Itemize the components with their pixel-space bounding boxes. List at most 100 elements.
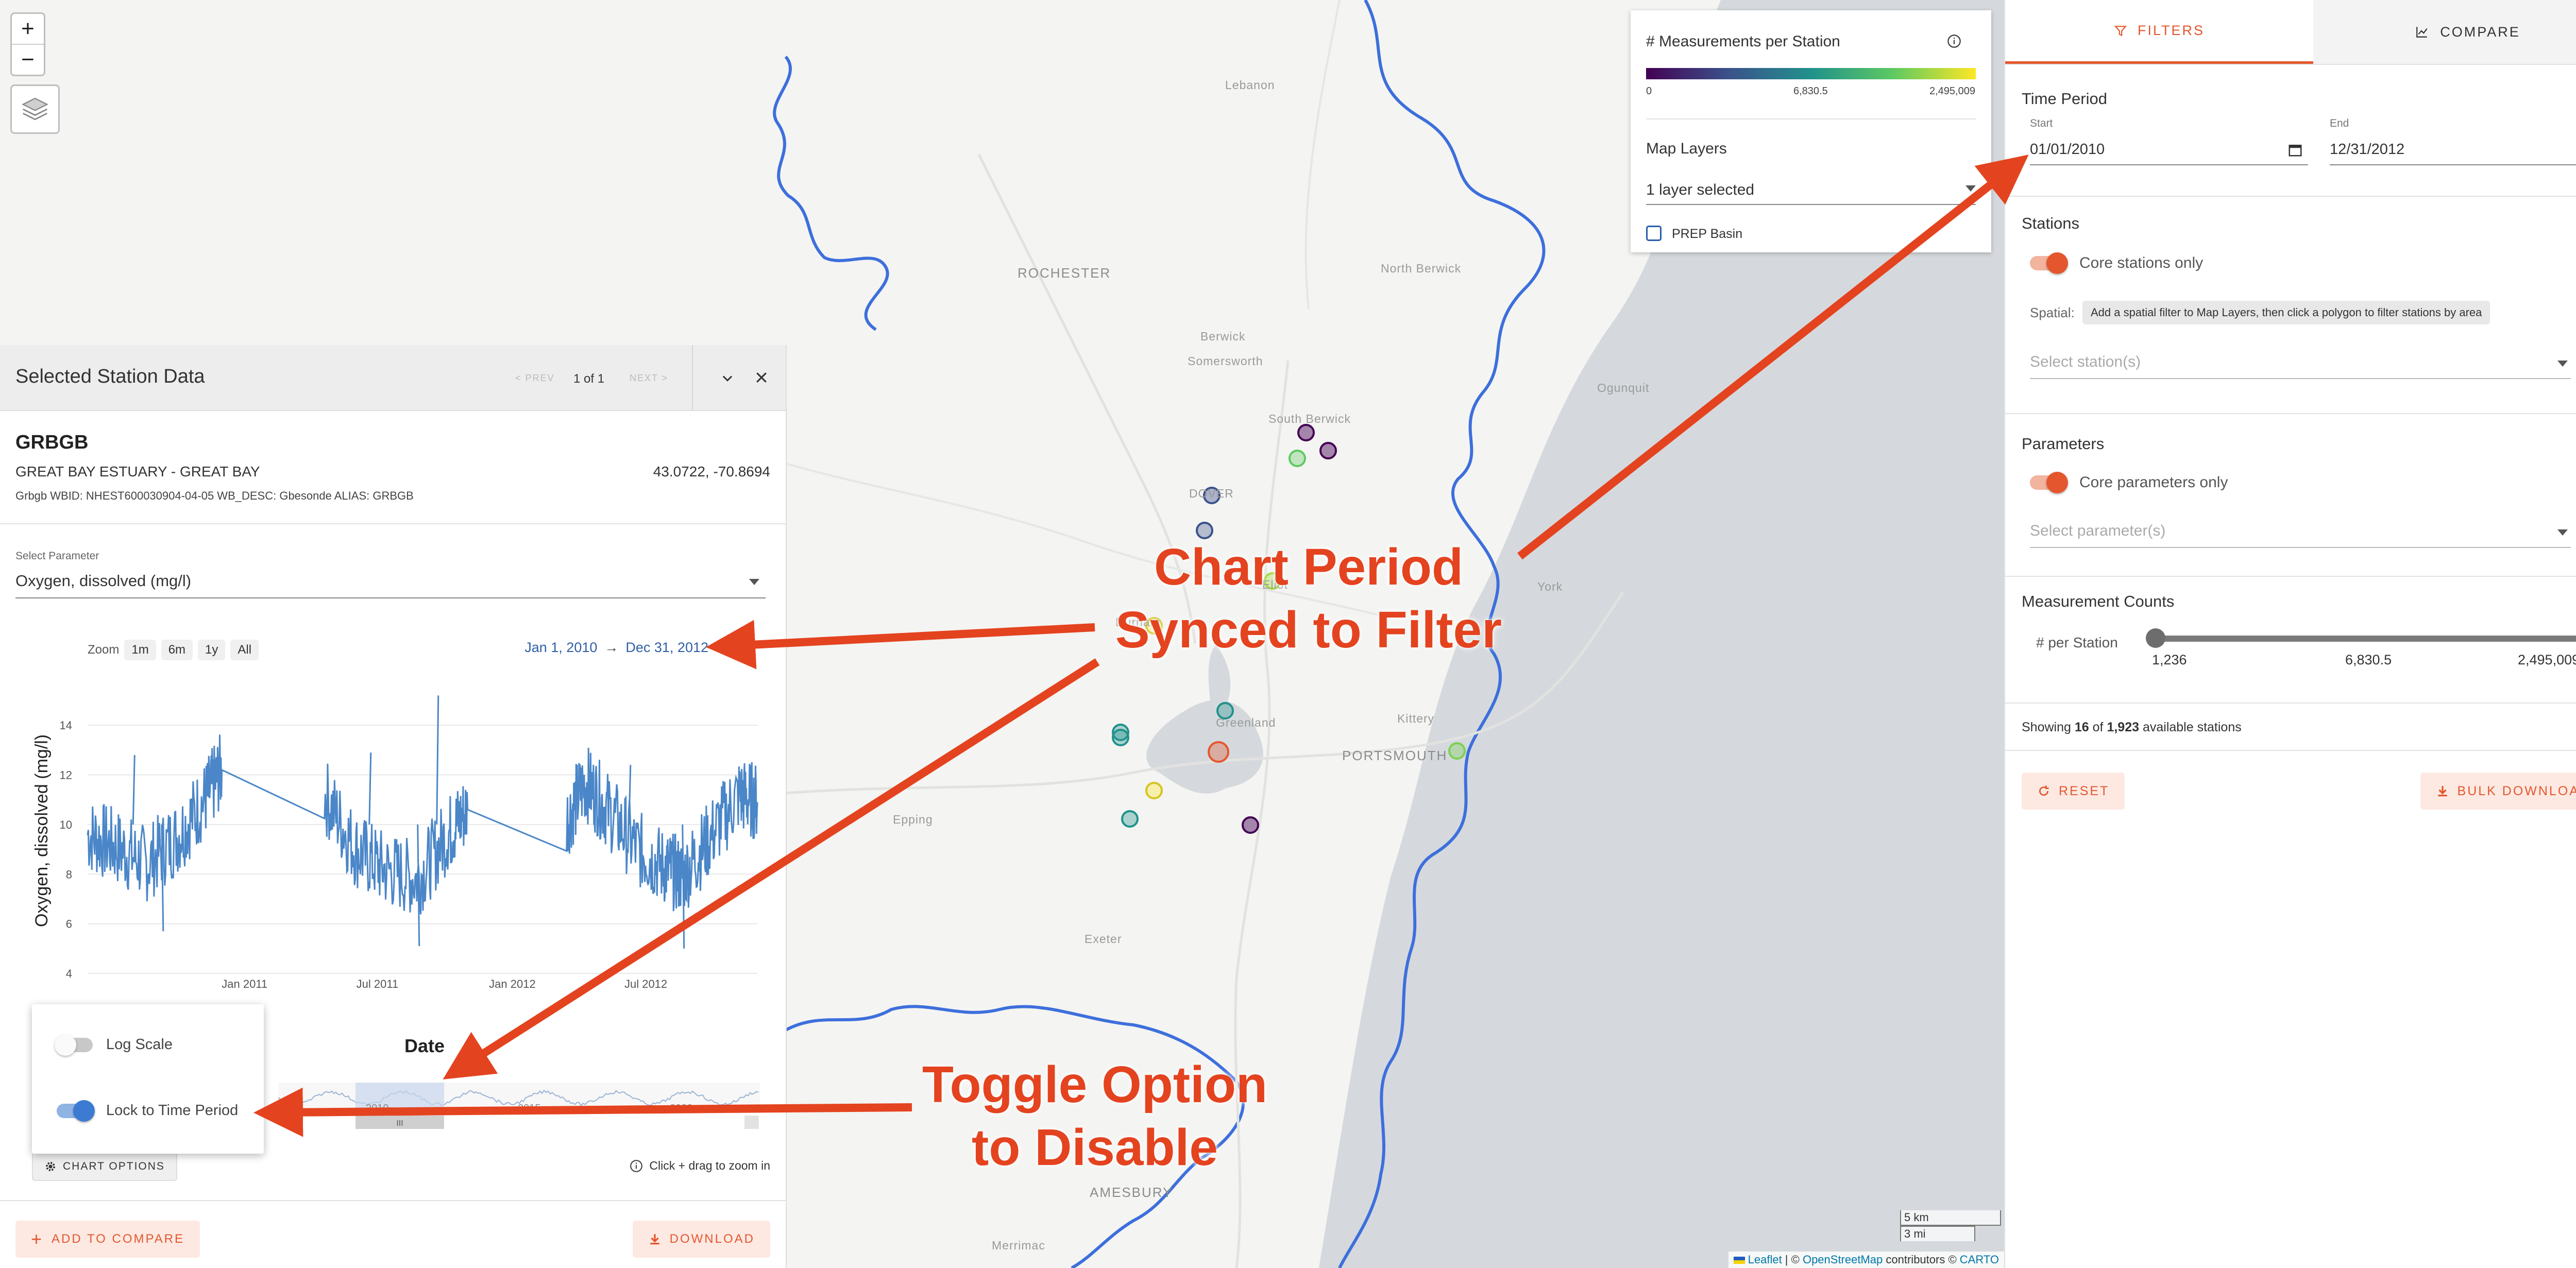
count-prefix: Showing bbox=[2022, 720, 2071, 734]
map-layers-select[interactable]: 1 layer selected bbox=[1646, 181, 1976, 205]
lock-time-period-label: Lock to Time Period bbox=[106, 1102, 239, 1119]
bulk-download-label: BULK DOWNLOAD bbox=[2457, 783, 2576, 798]
add-to-compare-button[interactable]: + ADD TO COMPARE bbox=[15, 1221, 200, 1258]
range-arrow: → bbox=[604, 640, 619, 655]
caret-down-icon bbox=[1965, 185, 1976, 192]
legend-colorbar bbox=[1646, 68, 1976, 79]
start-date-input[interactable]: 01/01/2010 bbox=[2030, 141, 2308, 165]
x-tick-label: Jul 2012 bbox=[624, 978, 667, 990]
navigator-year-label: 2010 bbox=[366, 1103, 389, 1114]
series-extreme bbox=[132, 755, 135, 825]
reset-label: RESET bbox=[2059, 783, 2110, 798]
x-tick-label: Jul 2011 bbox=[357, 978, 399, 990]
gear-icon bbox=[46, 1162, 55, 1171]
oxygen-chart[interactable]: 4 6 8 10 12 14 Jan 2011 Jul 2011 Jan 2012 Jul 201… bbox=[0, 685, 786, 1056]
tab-compare[interactable]: COMPARE bbox=[2313, 0, 2576, 64]
station-select[interactable]: Select station(s) bbox=[2030, 353, 2571, 379]
town-label: ROCHESTER bbox=[1018, 265, 1111, 281]
bulk-download-button[interactable]: BULK DOWNLOAD bbox=[2420, 773, 2576, 810]
lock-time-period-toggle[interactable]: Lock to Time Period bbox=[57, 1100, 239, 1122]
parameter-value: Oxygen, dissolved (mg/l) bbox=[15, 572, 192, 590]
filter-icon bbox=[2114, 25, 2127, 36]
town-label: York bbox=[1537, 580, 1563, 593]
toggle-switch[interactable] bbox=[2030, 472, 2068, 493]
divider bbox=[1646, 118, 1976, 119]
zoom-1y-button[interactable]: 1y bbox=[198, 640, 226, 660]
download-button[interactable]: DOWNLOAD bbox=[632, 1221, 770, 1258]
tab-filters[interactable]: FILTERS bbox=[2005, 0, 2313, 64]
toggle-switch[interactable] bbox=[57, 1100, 95, 1122]
divider bbox=[0, 523, 786, 524]
parameters-heading: Parameters bbox=[2022, 435, 2105, 453]
toggle-switch[interactable] bbox=[55, 1034, 93, 1056]
prev-button[interactable]: < PREV bbox=[515, 373, 555, 384]
leaflet-link[interactable]: Leaflet bbox=[1748, 1253, 1782, 1266]
chart-options-button[interactable]: CHART OPTIONS bbox=[32, 1152, 177, 1181]
panel-header: Selected Station Data < PREV 1 of 1 NEXT… bbox=[0, 345, 786, 411]
town-label: Epping bbox=[893, 813, 933, 826]
divider bbox=[2005, 413, 2576, 414]
toggle-knob bbox=[2046, 252, 2068, 274]
spatial-tip: Add a spatial filter to Map Layers, then… bbox=[2082, 301, 2490, 324]
calendar-icon[interactable] bbox=[2287, 142, 2303, 158]
log-scale-label: Log Scale bbox=[106, 1036, 173, 1053]
station-count: Showing 16 of 1,923 available stations bbox=[2022, 720, 2242, 735]
info-icon[interactable] bbox=[1947, 34, 1961, 48]
reset-button[interactable]: RESET bbox=[2022, 773, 2125, 810]
prep-basin-checkbox[interactable] bbox=[1646, 226, 1662, 241]
download-icon bbox=[2437, 786, 2447, 797]
zoom-6m-button[interactable]: 6m bbox=[161, 640, 193, 660]
zoom-in-button[interactable]: + bbox=[12, 14, 44, 44]
parameter-select[interactable]: Oxygen, dissolved (mg/l) bbox=[15, 572, 766, 598]
core-parameters-toggle[interactable]: Core parameters only bbox=[2030, 472, 2228, 493]
annotation-line: Synced to Filter bbox=[1115, 601, 1502, 659]
measurement-range-slider[interactable] bbox=[2146, 628, 2576, 648]
town-label: Merrimac bbox=[992, 1239, 1045, 1252]
town-label: South Berwick bbox=[1268, 412, 1351, 425]
zoom-out-button[interactable]: − bbox=[12, 44, 44, 75]
layers-button[interactable] bbox=[10, 84, 60, 134]
legend-tick: 2,495,009 bbox=[1929, 85, 1975, 97]
divider bbox=[2005, 750, 2576, 751]
start-date-value: 01/01/2010 bbox=[2030, 141, 2105, 158]
info-icon bbox=[630, 1159, 643, 1172]
log-scale-toggle[interactable]: Log Scale bbox=[55, 1034, 173, 1056]
zoom-hint-text: Click + drag to zoom in bbox=[649, 1159, 770, 1172]
zoom-all-button[interactable]: All bbox=[230, 640, 259, 660]
parameter-filter-select[interactable]: Select parameter(s) bbox=[2030, 522, 2571, 548]
panel-title: Selected Station Data bbox=[15, 366, 205, 387]
toggle-knob bbox=[2046, 472, 2068, 493]
toggle-switch[interactable] bbox=[2030, 252, 2068, 274]
osm-link[interactable]: OpenStreetMap bbox=[1803, 1253, 1883, 1266]
end-date-input[interactable]: 12/31/2012 bbox=[2330, 141, 2576, 165]
annotation-toggle-option: Toggle Option to Disable bbox=[907, 1053, 1283, 1179]
navigator-handle: III bbox=[396, 1119, 403, 1128]
download-icon bbox=[650, 1234, 659, 1245]
carto-link[interactable]: CARTO bbox=[1960, 1253, 1999, 1266]
caret-down-icon bbox=[749, 579, 759, 585]
end-date-value: 12/31/2012 bbox=[2330, 141, 2405, 158]
range-end[interactable]: Dec 31, 2012 bbox=[625, 640, 708, 655]
chart-navigator[interactable]: III 2010 2015 2020 bbox=[278, 1083, 760, 1130]
slider-label-mid: 6,830.5 bbox=[2345, 652, 2392, 667]
town-label: Ogunquit bbox=[1597, 381, 1650, 395]
chevron-down-icon[interactable] bbox=[720, 371, 735, 385]
town-label: Somersworth bbox=[1188, 354, 1263, 368]
divider bbox=[2005, 576, 2576, 577]
close-icon[interactable] bbox=[754, 370, 769, 385]
series-extreme bbox=[682, 824, 685, 949]
zoom-1m-button[interactable]: 1m bbox=[124, 640, 156, 660]
per-station-label: # per Station bbox=[2036, 635, 2118, 650]
select-parameter-label: Select Parameter bbox=[15, 550, 99, 562]
annotation-line: Chart Period bbox=[1154, 538, 1464, 596]
caret-down-icon bbox=[2557, 529, 2568, 536]
y-tick-label: 10 bbox=[60, 818, 72, 831]
slider-min-handle[interactable] bbox=[2146, 628, 2165, 648]
count-of: of bbox=[2092, 720, 2104, 734]
start-label: Start bbox=[2030, 117, 2053, 129]
annotation-line: Toggle Option bbox=[922, 1056, 1268, 1113]
town-label: Lebanon bbox=[1225, 78, 1275, 92]
range-start[interactable]: Jan 1, 2010 bbox=[524, 640, 597, 655]
next-button[interactable]: NEXT > bbox=[630, 373, 668, 384]
core-stations-toggle[interactable]: Core stations only bbox=[2030, 252, 2203, 274]
